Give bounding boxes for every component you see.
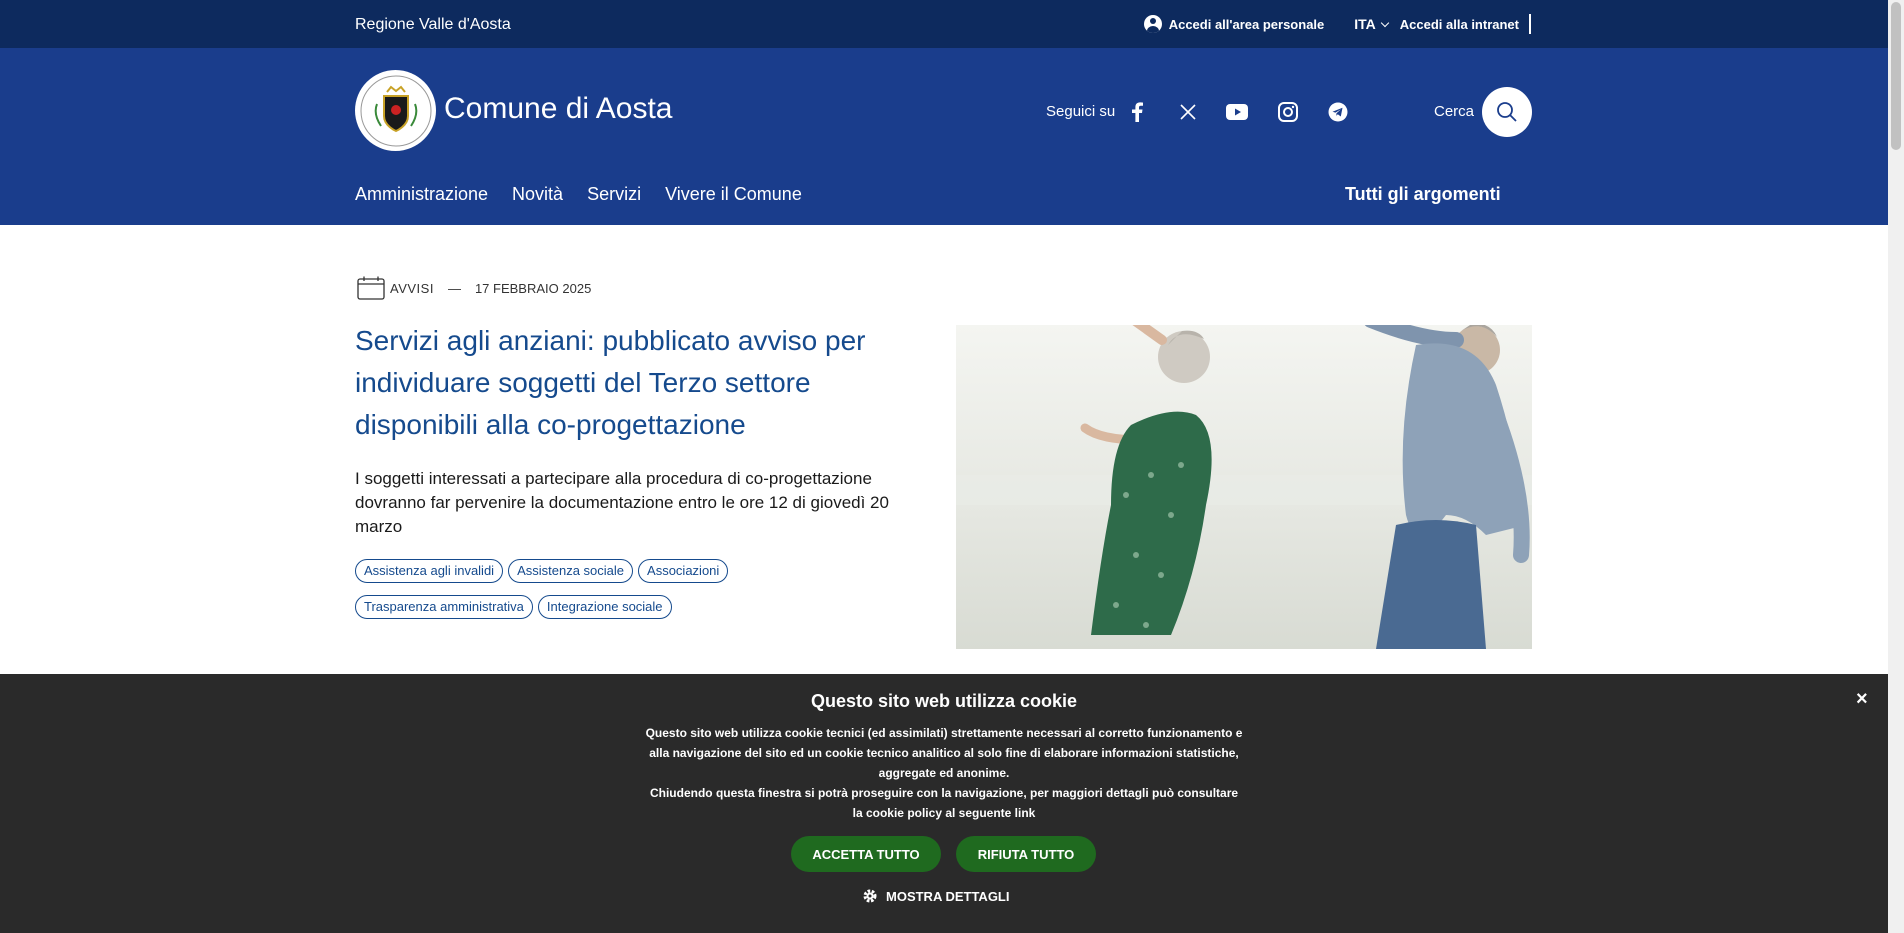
all-topics-link[interactable]: Tutti gli argomenti	[1345, 184, 1501, 205]
language-selector[interactable]: ITA	[1354, 16, 1390, 32]
instagram-icon[interactable]	[1277, 101, 1299, 123]
logo-emblem[interactable]	[355, 70, 436, 151]
top-bar-actions: Accedi all'area personale ITA Accedi all…	[1143, 0, 1531, 48]
article-meta: AVVISI — 17 FEBBRAIO 2025	[357, 276, 591, 300]
search-icon	[1497, 102, 1517, 122]
show-details-button[interactable]: MOSTRA DETTAGLI	[862, 888, 1010, 904]
user-icon	[1143, 15, 1162, 33]
nav-item-amministrazione[interactable]: Amministrazione	[355, 184, 488, 205]
tag-chip[interactable]: Assistenza agli invalidi	[355, 559, 504, 583]
chevron-down-icon	[1380, 18, 1390, 27]
tag-chip[interactable]: Associazioni	[638, 559, 729, 583]
coat-of-arms-icon	[360, 75, 431, 146]
article-title[interactable]: Servizi agli anziani: pubblicato avviso …	[355, 320, 915, 446]
cookie-text: Questo sito web utilizza cookie tecnici …	[644, 723, 1244, 823]
telegram-icon[interactable]	[1327, 101, 1349, 123]
calendar-icon	[357, 276, 385, 300]
nav-item-novita[interactable]: Novità	[512, 184, 563, 205]
scrollbar-thumb[interactable]	[1891, 2, 1901, 150]
top-bar: Regione Valle d'Aosta Accedi all'area pe…	[0, 0, 1888, 48]
tag-chip[interactable]: Assistenza sociale	[508, 559, 634, 583]
intranet-label: Accedi alla intranet	[1399, 16, 1519, 32]
youtube-icon[interactable]	[1226, 101, 1248, 123]
tag-chip[interactable]: Integrazione sociale	[537, 595, 672, 619]
meta-separator: —	[447, 280, 461, 296]
region-link[interactable]: Regione Valle d'Aosta	[355, 16, 511, 34]
cookie-title: Questo sito web utilizza cookie	[810, 691, 1078, 711]
article-category[interactable]: AVVISI	[390, 281, 434, 296]
language-label: ITA	[1354, 16, 1376, 32]
show-details-label: MOSTRA DETTAGLI	[886, 888, 1010, 904]
cookie-banner: Questo sito web utilizza cookie Questo s…	[0, 674, 1888, 933]
follow-label: Seguici su	[1046, 103, 1116, 120]
accept-all-button[interactable]: ACCETTA TUTTO	[791, 836, 941, 872]
intranet-divider	[1529, 14, 1531, 34]
elderly-couple-dancing-image	[956, 325, 1532, 649]
personal-area-label: Accedi all'area personale	[1168, 16, 1325, 32]
article-tags: Assistenza agli invalidi Assistenza soci…	[355, 559, 775, 619]
article-date: 17 FEBBRAIO 2025	[474, 280, 592, 296]
personal-area-link[interactable]: Accedi all'area personale	[1143, 15, 1325, 33]
search-label: Cerca	[1434, 103, 1475, 120]
cookie-text-paragraph[interactable]: Chiudendo questa finestra si potrà prose…	[644, 783, 1244, 823]
x-icon[interactable]	[1177, 101, 1199, 123]
gear-icon	[863, 889, 877, 903]
cookie-text-paragraph: Questo sito web utilizza cookie tecnici …	[645, 726, 1243, 780]
article-summary: I soggetti interessati a partecipare all…	[355, 469, 889, 536]
intranet-link[interactable]: Accedi alla intranet	[1400, 14, 1531, 34]
close-icon[interactable]: ×	[1856, 688, 1868, 711]
nav-item-vivere-il-comune[interactable]: Vivere il Comune	[665, 184, 802, 205]
nav-item-servizi[interactable]: Servizi	[587, 184, 641, 205]
article-photo[interactable]	[956, 325, 1532, 649]
page-scrollbar[interactable]	[1888, 0, 1904, 933]
reject-all-button[interactable]: RIFIUTA TUTTO	[956, 836, 1096, 872]
main-nav: Amministrazione Novità Servizi Vivere il…	[355, 184, 802, 205]
tag-chip[interactable]: Trasparenza amministrativa	[355, 595, 533, 619]
site-title[interactable]: Comune di Aosta	[444, 92, 672, 126]
search-button[interactable]	[1482, 87, 1532, 137]
site-header: Comune di Aosta Seguici su Cerca Amminis…	[0, 48, 1888, 225]
facebook-icon[interactable]	[1126, 101, 1148, 123]
